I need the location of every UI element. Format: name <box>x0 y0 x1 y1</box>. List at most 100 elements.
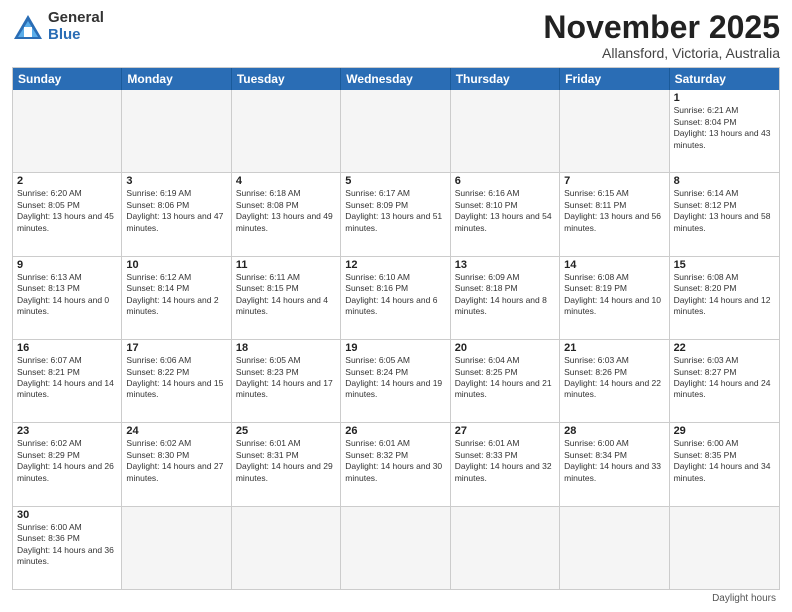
day-info: Sunrise: 6:05 AM Sunset: 8:24 PM Dayligh… <box>345 355 445 401</box>
day-header-sunday: Sunday <box>13 68 122 90</box>
empty-cell <box>122 90 231 172</box>
day-info: Sunrise: 6:16 AM Sunset: 8:10 PM Dayligh… <box>455 188 555 234</box>
location-subtitle: Allansford, Victoria, Australia <box>543 45 780 61</box>
day-number: 20 <box>455 342 555 354</box>
day-cell-16: 16Sunrise: 6:07 AM Sunset: 8:21 PM Dayli… <box>13 340 122 422</box>
day-cell-8: 8Sunrise: 6:14 AM Sunset: 8:12 PM Daylig… <box>670 173 779 255</box>
day-cell-29: 29Sunrise: 6:00 AM Sunset: 8:35 PM Dayli… <box>670 423 779 505</box>
day-cell-6: 6Sunrise: 6:16 AM Sunset: 8:10 PM Daylig… <box>451 173 560 255</box>
empty-cell <box>341 90 450 172</box>
day-number: 2 <box>17 175 117 187</box>
calendar-body: 1Sunrise: 6:21 AM Sunset: 8:04 PM Daylig… <box>13 90 779 589</box>
day-info: Sunrise: 6:03 AM Sunset: 8:26 PM Dayligh… <box>564 355 664 401</box>
day-number: 27 <box>455 425 555 437</box>
footer-note: Daylight hours <box>12 593 780 604</box>
day-cell-17: 17Sunrise: 6:06 AM Sunset: 8:22 PM Dayli… <box>122 340 231 422</box>
day-cell-30: 30Sunrise: 6:00 AM Sunset: 8:36 PM Dayli… <box>13 507 122 589</box>
empty-cell <box>670 507 779 589</box>
day-info: Sunrise: 6:15 AM Sunset: 8:11 PM Dayligh… <box>564 188 664 234</box>
day-number: 17 <box>126 342 226 354</box>
day-cell-11: 11Sunrise: 6:11 AM Sunset: 8:15 PM Dayli… <box>232 257 341 339</box>
day-number: 30 <box>17 509 117 521</box>
day-number: 10 <box>126 259 226 271</box>
day-info: Sunrise: 6:01 AM Sunset: 8:32 PM Dayligh… <box>345 438 445 484</box>
day-number: 15 <box>674 259 775 271</box>
day-cell-7: 7Sunrise: 6:15 AM Sunset: 8:11 PM Daylig… <box>560 173 669 255</box>
day-cell-5: 5Sunrise: 6:17 AM Sunset: 8:09 PM Daylig… <box>341 173 450 255</box>
calendar: SundayMondayTuesdayWednesdayThursdayFrid… <box>12 67 780 590</box>
day-number: 26 <box>345 425 445 437</box>
day-number: 7 <box>564 175 664 187</box>
day-cell-3: 3Sunrise: 6:19 AM Sunset: 8:06 PM Daylig… <box>122 173 231 255</box>
title-block: November 2025 Allansford, Victoria, Aust… <box>543 10 780 61</box>
logo-text: General Blue <box>48 10 104 43</box>
day-number: 24 <box>126 425 226 437</box>
day-number: 8 <box>674 175 775 187</box>
day-number: 16 <box>17 342 117 354</box>
day-header-friday: Friday <box>560 68 669 90</box>
day-cell-27: 27Sunrise: 6:01 AM Sunset: 8:33 PM Dayli… <box>451 423 560 505</box>
day-cell-9: 9Sunrise: 6:13 AM Sunset: 8:13 PM Daylig… <box>13 257 122 339</box>
day-info: Sunrise: 6:14 AM Sunset: 8:12 PM Dayligh… <box>674 188 775 234</box>
day-info: Sunrise: 6:11 AM Sunset: 8:15 PM Dayligh… <box>236 272 336 318</box>
calendar-week-6: 30Sunrise: 6:00 AM Sunset: 8:36 PM Dayli… <box>13 506 779 589</box>
day-header-thursday: Thursday <box>451 68 560 90</box>
day-cell-13: 13Sunrise: 6:09 AM Sunset: 8:18 PM Dayli… <box>451 257 560 339</box>
day-cell-14: 14Sunrise: 6:08 AM Sunset: 8:19 PM Dayli… <box>560 257 669 339</box>
day-info: Sunrise: 6:09 AM Sunset: 8:18 PM Dayligh… <box>455 272 555 318</box>
day-number: 23 <box>17 425 117 437</box>
day-number: 19 <box>345 342 445 354</box>
day-info: Sunrise: 6:02 AM Sunset: 8:29 PM Dayligh… <box>17 438 117 484</box>
empty-cell <box>451 507 560 589</box>
logo-icon <box>12 13 44 41</box>
empty-cell <box>451 90 560 172</box>
day-number: 22 <box>674 342 775 354</box>
day-number: 1 <box>674 92 775 104</box>
calendar-header: SundayMondayTuesdayWednesdayThursdayFrid… <box>13 68 779 90</box>
day-info: Sunrise: 6:10 AM Sunset: 8:16 PM Dayligh… <box>345 272 445 318</box>
day-number: 5 <box>345 175 445 187</box>
day-cell-25: 25Sunrise: 6:01 AM Sunset: 8:31 PM Dayli… <box>232 423 341 505</box>
day-info: Sunrise: 6:00 AM Sunset: 8:35 PM Dayligh… <box>674 438 775 484</box>
day-info: Sunrise: 6:13 AM Sunset: 8:13 PM Dayligh… <box>17 272 117 318</box>
day-info: Sunrise: 6:17 AM Sunset: 8:09 PM Dayligh… <box>345 188 445 234</box>
day-cell-10: 10Sunrise: 6:12 AM Sunset: 8:14 PM Dayli… <box>122 257 231 339</box>
day-header-wednesday: Wednesday <box>341 68 450 90</box>
day-number: 13 <box>455 259 555 271</box>
day-number: 18 <box>236 342 336 354</box>
day-info: Sunrise: 6:05 AM Sunset: 8:23 PM Dayligh… <box>236 355 336 401</box>
calendar-week-5: 23Sunrise: 6:02 AM Sunset: 8:29 PM Dayli… <box>13 422 779 505</box>
day-cell-24: 24Sunrise: 6:02 AM Sunset: 8:30 PM Dayli… <box>122 423 231 505</box>
day-number: 25 <box>236 425 336 437</box>
day-cell-15: 15Sunrise: 6:08 AM Sunset: 8:20 PM Dayli… <box>670 257 779 339</box>
day-info: Sunrise: 6:06 AM Sunset: 8:22 PM Dayligh… <box>126 355 226 401</box>
day-cell-2: 2Sunrise: 6:20 AM Sunset: 8:05 PM Daylig… <box>13 173 122 255</box>
empty-cell <box>560 507 669 589</box>
day-header-saturday: Saturday <box>670 68 779 90</box>
day-info: Sunrise: 6:20 AM Sunset: 8:05 PM Dayligh… <box>17 188 117 234</box>
day-cell-4: 4Sunrise: 6:18 AM Sunset: 8:08 PM Daylig… <box>232 173 341 255</box>
day-header-monday: Monday <box>122 68 231 90</box>
day-info: Sunrise: 6:03 AM Sunset: 8:27 PM Dayligh… <box>674 355 775 401</box>
header: General Blue November 2025 Allansford, V… <box>12 10 780 61</box>
day-info: Sunrise: 6:01 AM Sunset: 8:33 PM Dayligh… <box>455 438 555 484</box>
empty-cell <box>560 90 669 172</box>
day-number: 21 <box>564 342 664 354</box>
day-number: 9 <box>17 259 117 271</box>
day-number: 4 <box>236 175 336 187</box>
month-title: November 2025 <box>543 10 780 45</box>
calendar-week-1: 1Sunrise: 6:21 AM Sunset: 8:04 PM Daylig… <box>13 90 779 172</box>
day-info: Sunrise: 6:08 AM Sunset: 8:19 PM Dayligh… <box>564 272 664 318</box>
day-cell-20: 20Sunrise: 6:04 AM Sunset: 8:25 PM Dayli… <box>451 340 560 422</box>
day-info: Sunrise: 6:18 AM Sunset: 8:08 PM Dayligh… <box>236 188 336 234</box>
day-number: 12 <box>345 259 445 271</box>
day-info: Sunrise: 6:12 AM Sunset: 8:14 PM Dayligh… <box>126 272 226 318</box>
calendar-week-2: 2Sunrise: 6:20 AM Sunset: 8:05 PM Daylig… <box>13 172 779 255</box>
day-number: 3 <box>126 175 226 187</box>
day-info: Sunrise: 6:07 AM Sunset: 8:21 PM Dayligh… <box>17 355 117 401</box>
empty-cell <box>232 507 341 589</box>
empty-cell <box>122 507 231 589</box>
day-number: 11 <box>236 259 336 271</box>
day-info: Sunrise: 6:21 AM Sunset: 8:04 PM Dayligh… <box>674 105 775 151</box>
day-info: Sunrise: 6:02 AM Sunset: 8:30 PM Dayligh… <box>126 438 226 484</box>
